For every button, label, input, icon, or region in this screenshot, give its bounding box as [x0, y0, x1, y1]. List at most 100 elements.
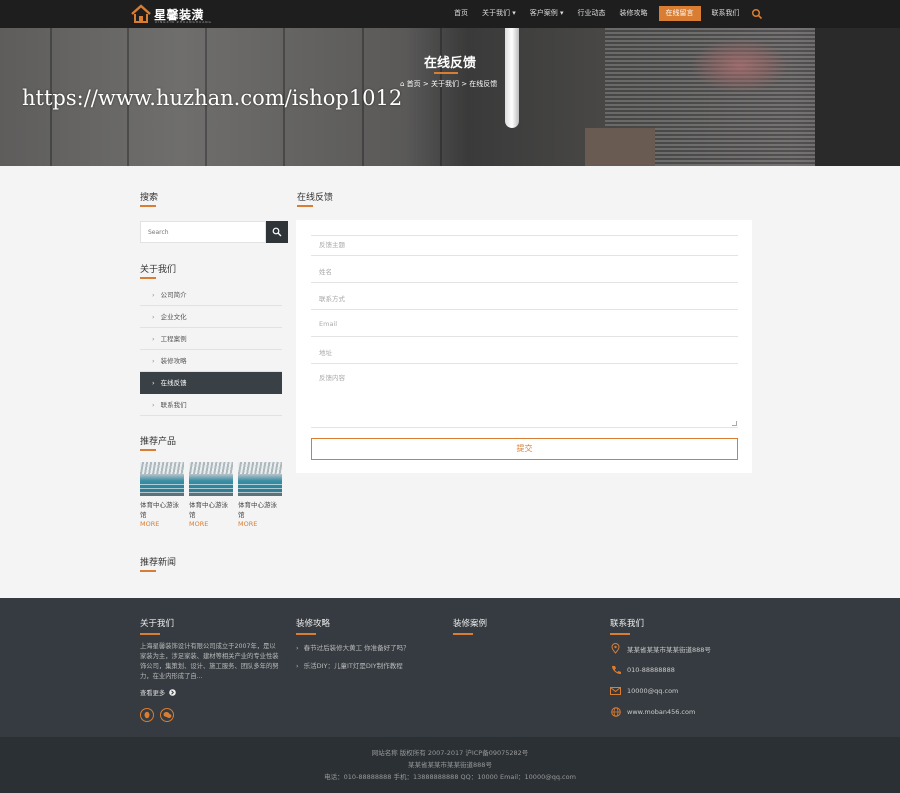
logo-subtext: XINGXIN ZHUANGHUANG: [155, 20, 212, 24]
footer-cases-title: 装修案例: [453, 619, 488, 629]
footer-title-underline: [610, 633, 630, 635]
sidebar-item-label: 联系我们: [160, 401, 187, 409]
nav-cases[interactable]: 客户案例 ▾: [523, 6, 571, 21]
product-list: 体育中心游泳馆 MORE 体育中心游泳馆 MORE 体育中心游泳馆 MORE: [140, 462, 282, 528]
product-more-link[interactable]: MORE: [140, 520, 184, 528]
sidebar-item-company[interactable]: › 公司简介: [140, 284, 282, 306]
contact-website: www.moban456.com: [610, 706, 810, 717]
search-section-title: 搜索: [140, 193, 159, 203]
chair-decoration: [585, 128, 655, 166]
search-icon: [272, 227, 282, 237]
footer-about-title: 关于我们: [140, 619, 175, 629]
product-name[interactable]: 体育中心游泳馆: [189, 500, 233, 520]
footer-about-text: 上海星馨装饰设计有限公司成立于2007年，是以家装为主，涉足家装、建材等相关产业…: [140, 643, 279, 680]
footer-list-text: 春节过后装修大黄工 你准备好了吗？: [303, 644, 410, 652]
footer-more-link[interactable]: 查看更多: [140, 688, 176, 697]
footer-title-underline: [296, 633, 316, 635]
nav-message[interactable]: 在线留言: [658, 6, 701, 21]
product-card[interactable]: 体育中心游泳馆 MORE: [238, 462, 282, 528]
subject-field[interactable]: 反馈主题: [311, 235, 738, 256]
name-field[interactable]: 姓名: [311, 262, 738, 283]
sidebar-item-strategy[interactable]: › 装修攻略: [140, 350, 282, 372]
breadcrumb: ⌂ 首页 > 关于我们 > 在线反馈: [400, 79, 497, 89]
nav-about[interactable]: 关于我们 ▾: [475, 6, 523, 21]
sidebar-item-label: 企业文化: [160, 313, 187, 321]
resize-handle[interactable]: [732, 421, 737, 426]
nav-home[interactable]: 首页: [447, 6, 475, 21]
sidebar-item-culture[interactable]: › 企业文化: [140, 306, 282, 328]
product-image[interactable]: [140, 462, 184, 496]
product-card[interactable]: 体育中心游泳馆 MORE: [140, 462, 184, 528]
watermark-url: https://www.huzhan.com/ishop1012: [22, 86, 403, 110]
contact-phone: 010-88888888: [610, 664, 810, 675]
banner-title: 在线反馈: [423, 56, 476, 71]
submit-button[interactable]: 提交: [311, 438, 738, 460]
sidebar-item-label: 工程案例: [160, 335, 187, 343]
contact-email: 10000@qq.com: [610, 685, 810, 696]
sidebar-search: [140, 221, 288, 243]
product-card[interactable]: 体育中心游泳馆 MORE: [189, 462, 233, 528]
copyright-address: 某某省某某市某某街道888号: [408, 761, 492, 769]
site-logo[interactable]: 星馨装潢 XINGXIN ZHUANGHUANG: [131, 3, 211, 25]
nav-strategy[interactable]: 装修攻略: [613, 6, 655, 21]
textarea-placeholder: 反馈内容: [319, 374, 345, 382]
nav-contact[interactable]: 联系我们: [705, 6, 747, 21]
qq-icon[interactable]: [140, 708, 154, 722]
sidebar-item-feedback[interactable]: › 在线反馈: [140, 372, 282, 394]
product-more-link[interactable]: MORE: [189, 520, 233, 528]
search-button[interactable]: [266, 221, 288, 243]
section-underline: [140, 277, 156, 279]
email-field[interactable]: Email: [311, 316, 738, 337]
location-icon: [610, 643, 621, 654]
contact-text[interactable]: www.moban456.com: [627, 708, 695, 716]
product-name[interactable]: 体育中心游泳馆: [238, 500, 282, 520]
contact-text: 某某省某某市某某街道888号: [627, 645, 711, 654]
sidebar-item-projects[interactable]: › 工程案例: [140, 328, 282, 350]
copyright-text: 网站名称 版权所有 2007-2017 沪ICP备09075282号: [371, 749, 529, 757]
sidebar-item-label: 公司简介: [160, 291, 187, 299]
product-image[interactable]: [189, 462, 233, 496]
product-name[interactable]: 体育中心游泳馆: [140, 500, 184, 520]
banner-title-underline: [434, 72, 458, 74]
chevron-right-icon: ›: [296, 662, 299, 670]
search-input[interactable]: [140, 221, 266, 243]
content-textarea[interactable]: 反馈内容: [311, 365, 738, 428]
about-section-title: 关于我们: [140, 265, 177, 275]
title-underline: [297, 205, 313, 207]
footer-list-item[interactable]: › 春节过后装修大黄工 你准备好了吗？: [296, 642, 446, 660]
sidebar-item-label: 装修攻略: [160, 357, 187, 365]
page-title: 在线反馈: [297, 193, 334, 203]
more-label: 查看更多: [140, 690, 166, 697]
footer-strategy-list: › 春节过后装修大黄工 你准备好了吗？ › 乐活DIY：儿童IT灯是DIY制作教程: [296, 642, 446, 678]
copyright-contact: 电话：010-88888888 手机：13888888888 QQ：10000 …: [324, 773, 576, 781]
top-header: 星馨装潢 XINGXIN ZHUANGHUANG 首页 关于我们 ▾ 客户案例 …: [0, 0, 900, 28]
products-section-title: 推荐产品: [140, 437, 177, 447]
contact-address: 某某省某某市某某街道888号: [610, 643, 810, 654]
chevron-right-icon: ›: [152, 357, 155, 365]
product-image[interactable]: [238, 462, 282, 496]
section-underline: [140, 449, 156, 451]
chevron-right-icon: ›: [152, 291, 155, 299]
chevron-right-icon: ›: [152, 401, 155, 409]
feedback-form: 反馈主题 姓名 联系方式 Email 地址 反馈内容 提交: [296, 220, 752, 473]
search-icon[interactable]: [751, 8, 763, 20]
chevron-right-icon: ›: [152, 335, 155, 343]
wechat-icon[interactable]: [160, 708, 174, 722]
main-nav: 首页 关于我们 ▾ 客户案例 ▾ 行业动态 装修攻略 在线留言 联系我们: [447, 6, 763, 21]
footer-list-item[interactable]: › 乐活DIY：儿童IT灯是DIY制作教程: [296, 660, 446, 678]
sidebar-item-contact[interactable]: › 联系我们: [140, 394, 282, 416]
contact-field[interactable]: 联系方式: [311, 289, 738, 310]
product-more-link[interactable]: MORE: [238, 520, 282, 528]
address-field[interactable]: 地址: [311, 343, 738, 364]
sidebar-item-label: 在线反馈: [160, 379, 187, 387]
breadcrumb-text[interactable]: 首页 > 关于我们 > 在线反馈: [407, 80, 498, 88]
footer-title-underline: [140, 633, 160, 635]
contact-text: 10000@qq.com: [627, 686, 679, 695]
news-section-title: 推荐新闻: [140, 558, 177, 568]
footer-strategy-title: 装修攻略: [296, 619, 331, 629]
sidebar-menu: › 公司简介 › 企业文化 › 工程案例 › 装修攻略 › 在线反馈 › 联系我们: [140, 284, 282, 416]
footer-title-underline: [453, 633, 473, 635]
nav-news[interactable]: 行业动态: [571, 6, 613, 21]
dark-wall: [815, 28, 900, 166]
vase-decoration: [505, 28, 519, 128]
